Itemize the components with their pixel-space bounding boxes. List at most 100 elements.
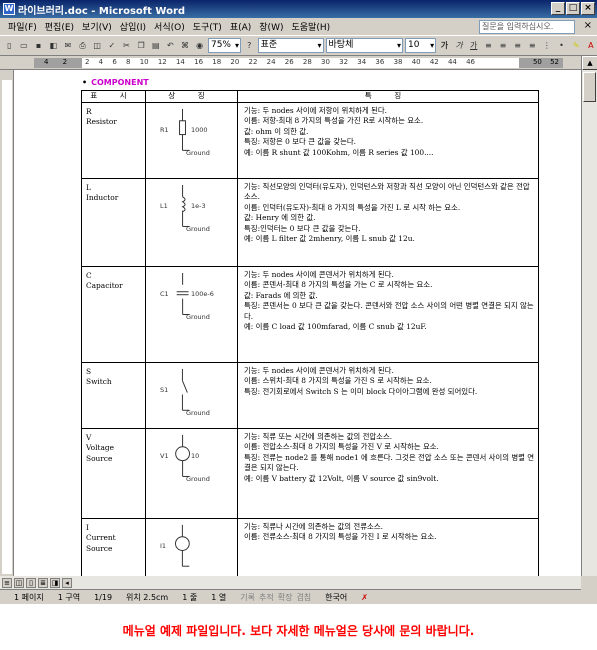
document-page[interactable]: • COMPONENT 표 시 상 징 특 징 R Resistor R1 1000 Gr… (14, 70, 581, 576)
feature-line: 값: Farads 에 의한 값. (244, 290, 318, 300)
symbol-cell: V1 10 Ground (145, 428, 238, 519)
symbol-cell: R1 1000 Ground (145, 102, 238, 179)
table-row: V Voltage Source V1 10 Ground 기능: 직류 또는 시간에 의… (81, 428, 539, 519)
spelling-status-icon[interactable]: ✗ (361, 593, 368, 602)
web-view-icon[interactable]: ◫ (14, 577, 24, 588)
bullets-icon[interactable]: • (555, 39, 568, 52)
align-center-icon[interactable]: ≡ (497, 39, 510, 52)
status-bar: 1 페이지 1 구역 1/19 위치 2.5cm 1 줄 1 열 기록 추적 확… (0, 591, 597, 604)
vertical-ruler[interactable] (0, 70, 14, 576)
feature-line: 이름: 전압소스-최대 8 가지의 특성을 가진 V 로 시작하는 요소. (244, 442, 439, 452)
status-trk[interactable]: 추적 (259, 592, 274, 603)
maximize-button[interactable]: □ (566, 2, 580, 15)
status-line: 1 줄 (182, 593, 198, 602)
scroll-thumb[interactable] (583, 72, 596, 102)
heading-text: COMPONENT (91, 78, 149, 87)
ground-label: Ground (186, 225, 210, 233)
permission-icon[interactable]: ◧ (47, 39, 60, 52)
status-page: 1 페이지 (14, 593, 44, 602)
menu-edit[interactable]: 편집(E) (41, 20, 78, 33)
menu-tools[interactable]: 도구(T) (189, 20, 226, 33)
component-table: 표 시 상 징 특 징 R Resistor R1 1000 Ground 기능: 두 n… (81, 90, 539, 576)
component-english: Current Source (86, 533, 116, 553)
align-right-icon[interactable]: ≡ (511, 39, 524, 52)
symbol-l-icon (181, 184, 190, 227)
symbol-value: 1e-3 (191, 202, 206, 210)
symbol-label: S1 (160, 386, 169, 394)
menu-table[interactable]: 표(A) (226, 20, 255, 33)
table-row: C Capacitor C1 100e-6 Ground 기능: 두 nodes 사이에 … (81, 266, 539, 363)
email-icon[interactable]: ✉ (62, 39, 75, 52)
underline-button[interactable]: 가 (467, 39, 480, 52)
open-icon[interactable]: ▭ (18, 39, 31, 52)
menu-file[interactable]: 파일(F) (4, 20, 41, 33)
ground-label: Ground (186, 313, 210, 321)
minimize-button[interactable]: _ (551, 2, 565, 15)
menu-window[interactable]: 창(W) (255, 20, 287, 33)
menu-format[interactable]: 서식(O) (150, 20, 189, 33)
bullet-icon: • (82, 78, 88, 87)
status-section: 1 구역 (57, 593, 81, 602)
symbol-value: 1000 (191, 126, 208, 134)
numbering-icon[interactable]: ⋮ (541, 39, 554, 52)
font-color-icon[interactable]: A (584, 39, 597, 52)
vertical-scrollbar[interactable]: ▲ (581, 56, 597, 576)
table-row: S Switch S1 Ground 기능: 두 nodes 사이에 콘덴서가 위치하게… (81, 362, 539, 429)
spelling-icon[interactable]: ✓ (105, 39, 118, 52)
status-ext[interactable]: 확장 (278, 592, 293, 603)
scroll-left-icon[interactable]: ◂ (62, 577, 72, 588)
doc-close-icon[interactable]: × (584, 20, 592, 31)
horizontal-scrollbar[interactable]: ≡ ◫ ▯ ≣ ◨ ◂ (0, 576, 581, 590)
feature-line: 값: ohm 이 의한 값. (244, 126, 309, 136)
print-layout-icon[interactable]: ▯ (26, 577, 36, 588)
help-search-input[interactable]: 질문을 입력하십시오. (479, 20, 575, 34)
feature-line: 이름: 인덕터(유도자)-최대 8 가지의 특성을 가진 L 로 시작 하는 요… (244, 202, 461, 212)
hyperlink-icon[interactable]: ⌘ (179, 39, 192, 52)
menu-view[interactable]: 보기(V) (78, 20, 116, 33)
horizontal-ruler[interactable]: 2 4 6 8 10 12 14 16 18 20 22 24 26 28 30… (0, 56, 597, 70)
research-icon[interactable]: ◉ (193, 39, 206, 52)
bold-button[interactable]: 가 (438, 39, 451, 52)
close-button[interactable]: × (581, 2, 595, 15)
window-title: 라이브러리.doc - Microsoft Word (18, 5, 186, 17)
zoom-select[interactable]: 75% (207, 38, 241, 53)
new-document-icon[interactable]: ▯ (3, 39, 16, 52)
status-ovr[interactable]: 겹침 (296, 592, 311, 603)
status-rec[interactable]: 기록 (240, 592, 255, 603)
menu-help[interactable]: 도움말(H) (287, 20, 334, 33)
feature-line: 기능: 직선모양의 인덕터(유도자), 인덕턴스와 저항과 직선 모양이 아닌 … (244, 182, 530, 202)
print-preview-icon[interactable]: ◫ (91, 39, 104, 52)
undo-icon[interactable]: ↶ (164, 39, 177, 52)
component-english: Resistor (86, 117, 117, 127)
scroll-up-icon[interactable]: ▲ (582, 56, 597, 70)
symbol-label: L1 (160, 202, 168, 210)
component-letter: R (86, 107, 92, 116)
outline-view-icon[interactable]: ≣ (38, 577, 48, 588)
style-select[interactable]: 표준 (257, 38, 324, 53)
ground-label: Ground (186, 475, 210, 483)
highlight-icon[interactable]: ✎ (570, 39, 583, 52)
font-select[interactable]: 바탕체 (325, 38, 403, 53)
paste-icon[interactable]: ▤ (149, 39, 162, 52)
feature-line: 특징: 저항은 0 보다 큰 값을 갖는다. (244, 137, 357, 147)
cut-icon[interactable]: ✂ (120, 39, 133, 52)
justify-icon[interactable]: ≡ (526, 39, 539, 52)
ruler-ticks: 2 4 6 8 10 12 14 16 18 20 22 24 26 28 30… (82, 58, 519, 68)
word-app-icon[interactable]: W (3, 3, 15, 15)
table-row: L Inductor L1 1e-3 Ground 기능: 직선모양의 인덕터(유도자),… (81, 178, 539, 267)
align-left-icon[interactable]: ≡ (482, 39, 495, 52)
feature-line: 예: 이름 R shunt 값 100Kohm, 이름 R series 값 1… (244, 147, 434, 157)
normal-view-icon[interactable]: ≡ (2, 577, 12, 588)
italic-button[interactable]: 가 (453, 39, 466, 52)
feature-cell: 기능: 직류 또는 시간에 의존하는 값의 전압소스. 이름: 전압소스-최대 8… (237, 428, 539, 519)
component-name-cell: R Resistor (81, 102, 146, 179)
save-icon[interactable]: ▪ (32, 39, 45, 52)
menu-insert[interactable]: 삽입(I) (116, 20, 150, 33)
print-icon[interactable]: ⎙ (76, 39, 89, 52)
symbol-value: 10 (191, 452, 200, 460)
help-icon[interactable]: ? (243, 39, 256, 52)
font-size-select[interactable]: 10 (405, 38, 437, 53)
copy-icon[interactable]: ❐ (135, 39, 148, 52)
status-language: 한국어 (325, 593, 348, 602)
reading-view-icon[interactable]: ◨ (50, 577, 60, 588)
